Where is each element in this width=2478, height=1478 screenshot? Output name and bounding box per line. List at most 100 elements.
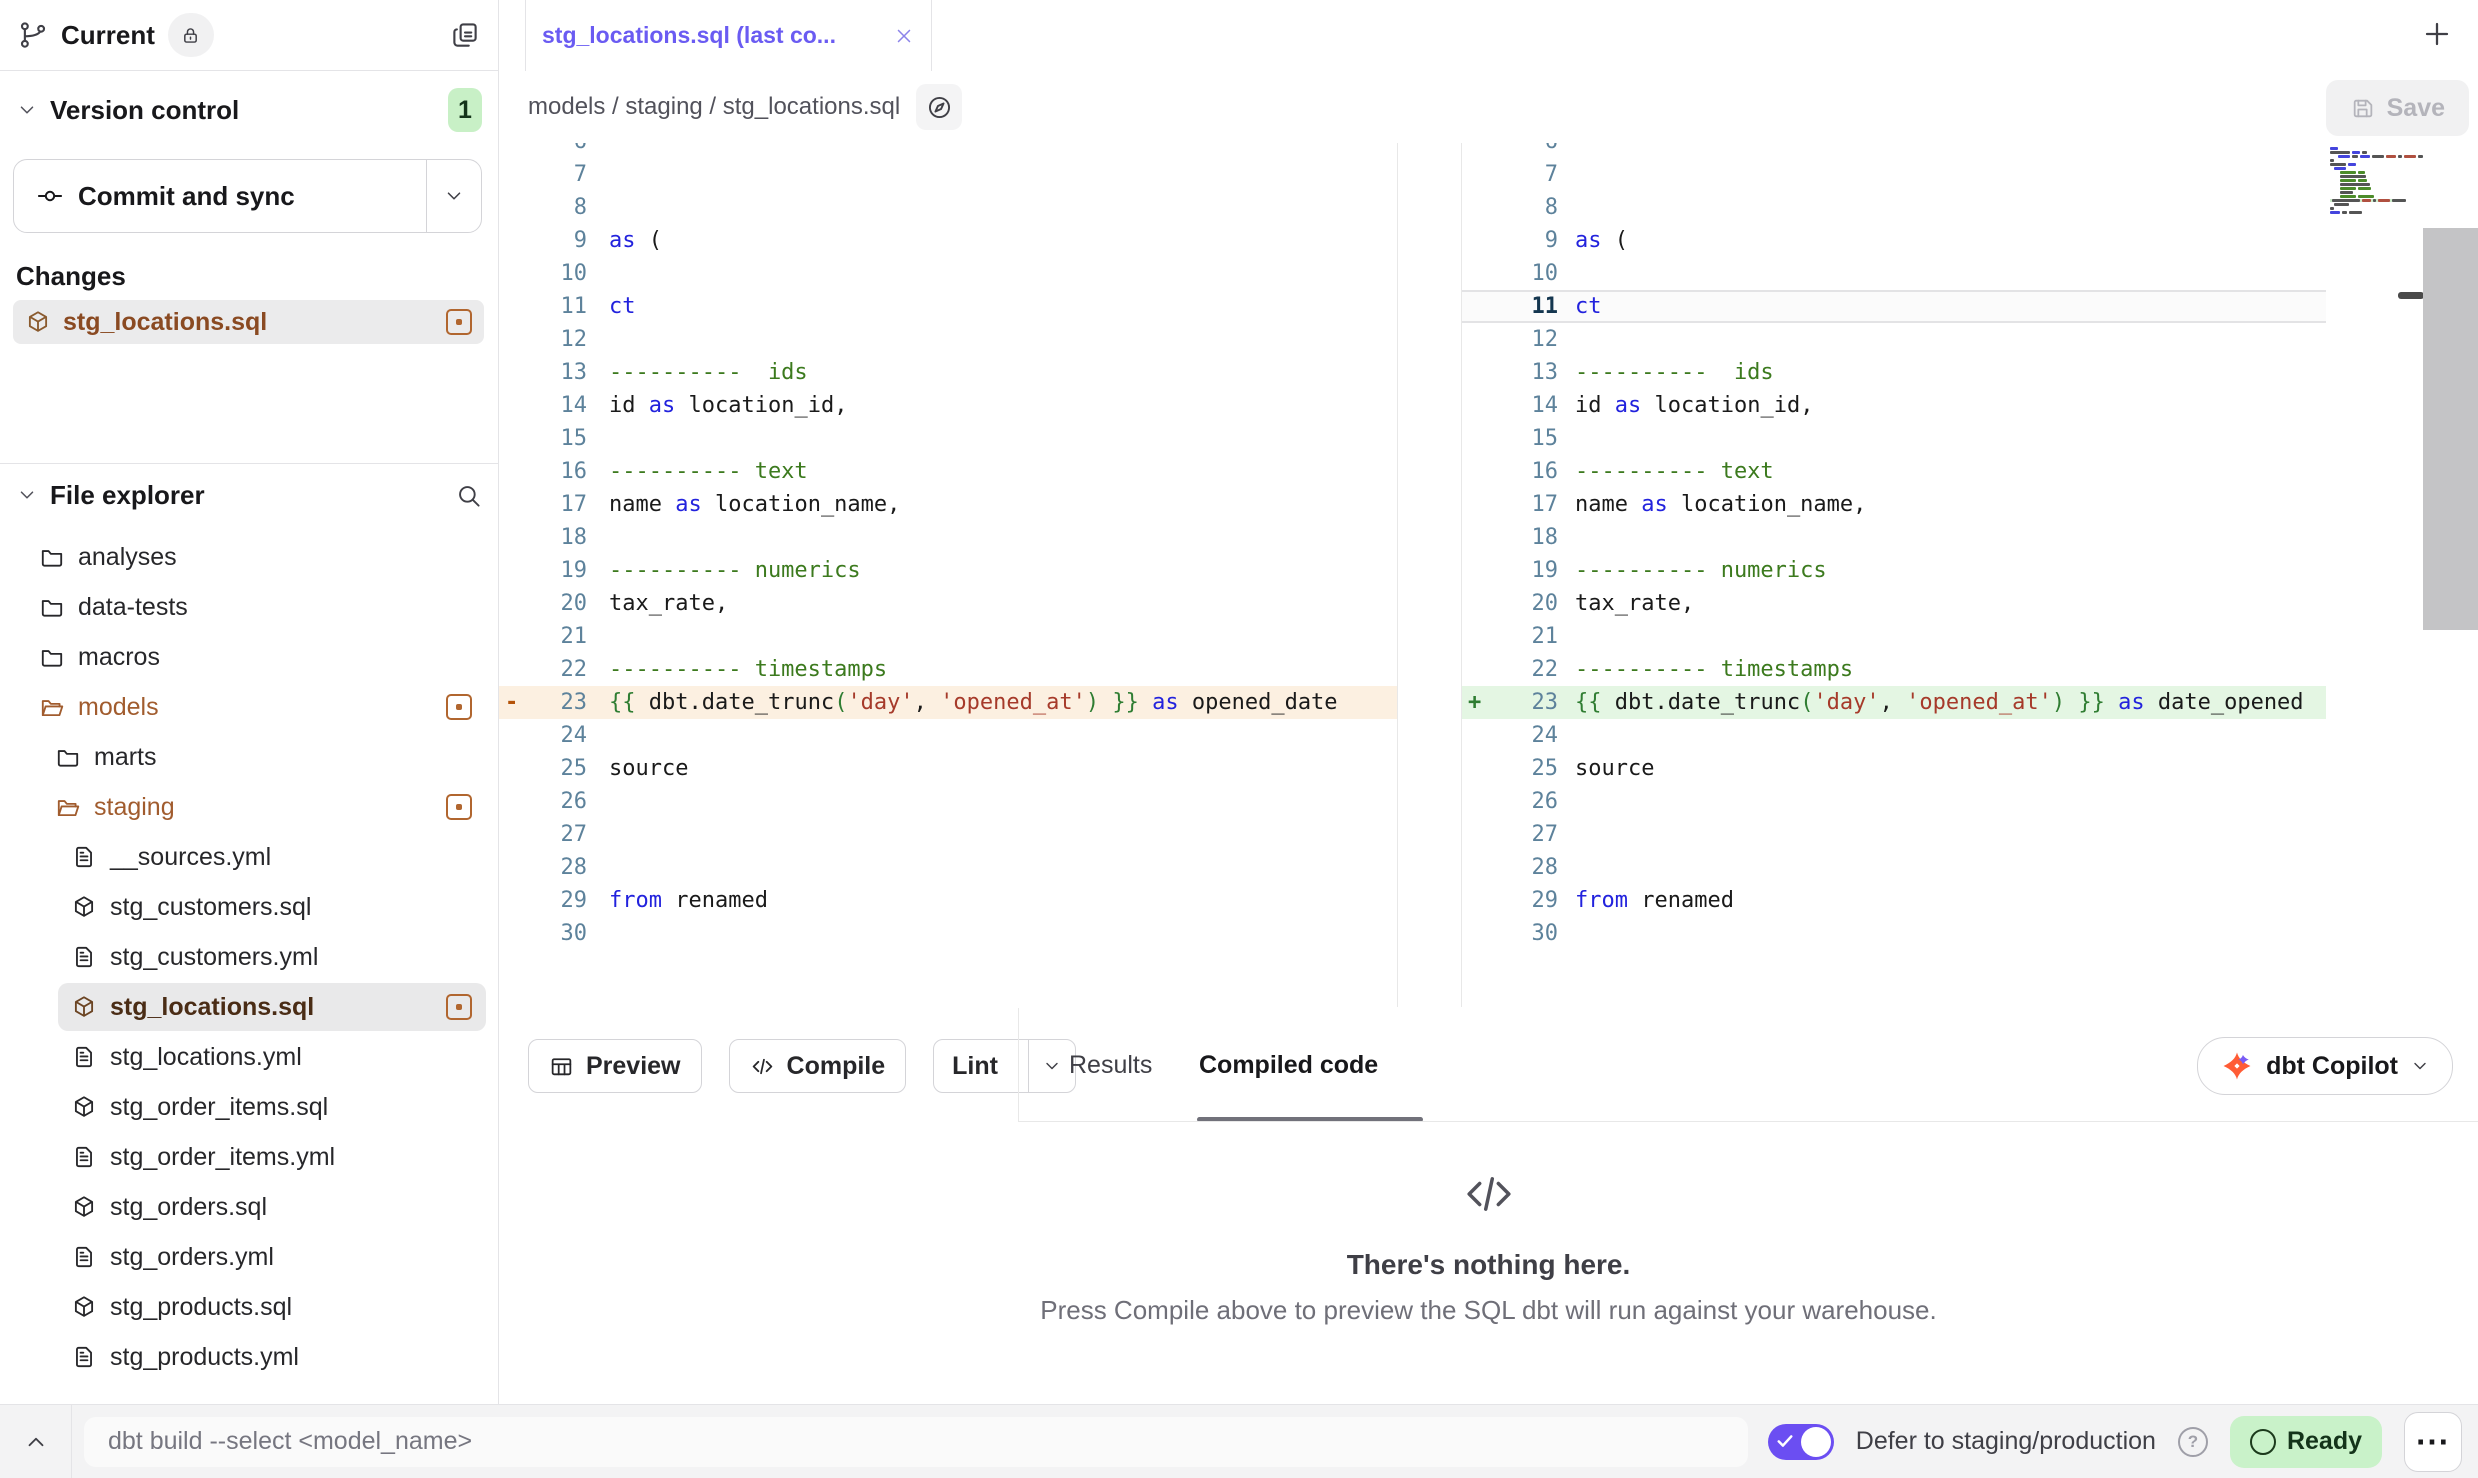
lineage-button[interactable]	[916, 84, 962, 130]
code-line[interactable]: 26	[1462, 785, 2326, 818]
code-line[interactable]: 17name as location_name,	[1462, 488, 2326, 521]
file-tree-item-analyses[interactable]: analyses	[0, 532, 498, 582]
code-line[interactable]: 19---------- numerics	[1462, 554, 2326, 587]
code-line[interactable]: 14id as location_id,	[1462, 389, 2326, 422]
code-line[interactable]: 18	[499, 521, 1397, 554]
code-line[interactable]: 26	[499, 785, 1397, 818]
code-line[interactable]: 17name as location_name,	[499, 488, 1397, 521]
code-line[interactable]: 7	[1462, 158, 2326, 191]
tab-compiled-code[interactable]: Compiled code	[1199, 1008, 1378, 1122]
commit-options-button[interactable]	[426, 160, 481, 232]
status-badge[interactable]: Ready	[2230, 1416, 2382, 1468]
code-line[interactable]: 14id as location_id,	[499, 389, 1397, 422]
dbt-copilot-button[interactable]: dbt Copilot	[2197, 1037, 2453, 1095]
scroll-handle[interactable]	[2398, 292, 2424, 299]
code-line[interactable]: 20tax_rate,	[499, 587, 1397, 620]
file-tree-item-staging[interactable]: staging	[0, 782, 498, 832]
minimap[interactable]	[2330, 147, 2402, 215]
code-line[interactable]: 27	[1462, 818, 2326, 851]
code-line[interactable]: 8	[1462, 191, 2326, 224]
code-line[interactable]: 25source	[1462, 752, 2326, 785]
code-line[interactable]: 10	[1462, 257, 2326, 290]
code-line[interactable]: 13---------- ids	[499, 356, 1397, 389]
save-button[interactable]: Save	[2326, 80, 2469, 136]
code-line[interactable]: 11ct	[499, 290, 1397, 323]
code-line[interactable]: 29from renamed	[499, 884, 1397, 917]
lint-label[interactable]: Lint	[934, 1040, 1016, 1092]
duplicate-button[interactable]	[450, 20, 480, 50]
code-line[interactable]: 6	[499, 143, 1397, 158]
code-line[interactable]: 28	[499, 851, 1397, 884]
help-icon[interactable]: ?	[2178, 1427, 2208, 1457]
code-line[interactable]: 24	[1462, 719, 2326, 752]
collapse-panel-button[interactable]	[0, 1405, 72, 1478]
commit-main[interactable]: Commit and sync	[14, 160, 426, 232]
code-line[interactable]: 30	[499, 917, 1397, 950]
lint-button[interactable]: Lint	[933, 1039, 1076, 1093]
scrollbar-thumb[interactable]	[2423, 228, 2478, 630]
code-line[interactable]: 22---------- timestamps	[499, 653, 1397, 686]
code-line[interactable]: +23{{ dbt.date_trunc('day', 'opened_at')…	[1462, 686, 2326, 719]
file-tree-item--sources-yml[interactable]: __sources.yml	[0, 832, 498, 882]
code-line[interactable]: 25source	[499, 752, 1397, 785]
code-line[interactable]: 8	[499, 191, 1397, 224]
version-control-header[interactable]: Version control 1	[0, 79, 498, 141]
code-line[interactable]: 13---------- ids	[1462, 356, 2326, 389]
file-tree-item-stg-locations-yml[interactable]: stg_locations.yml	[0, 1032, 498, 1082]
tab-stg-locations[interactable]: stg_locations.sql (last co...	[525, 0, 932, 71]
code-line[interactable]: 30	[1462, 917, 2326, 950]
file-explorer-header[interactable]: File explorer	[0, 464, 498, 526]
code-line[interactable]: 28	[1462, 851, 2326, 884]
code-line[interactable]: -23{{ dbt.date_trunc('day', 'opened_at')…	[499, 686, 1397, 719]
code-line[interactable]: 9as (	[1462, 224, 2326, 257]
code-line[interactable]: 19---------- numerics	[499, 554, 1397, 587]
code-line[interactable]: 27	[499, 818, 1397, 851]
code-line[interactable]: 16---------- text	[499, 455, 1397, 488]
code-line[interactable]: 9as (	[499, 224, 1397, 257]
file-tree-item-stg-order-items-yml[interactable]: stg_order_items.yml	[0, 1132, 498, 1182]
file-tree-item-models[interactable]: models	[0, 682, 498, 732]
code-line[interactable]: 22---------- timestamps	[1462, 653, 2326, 686]
file-tree-item-data-tests[interactable]: data-tests	[0, 582, 498, 632]
code-line[interactable]: 24	[499, 719, 1397, 752]
file-tree-item-stg-products-sql[interactable]: stg_products.sql	[0, 1282, 498, 1332]
compile-button[interactable]: Compile	[729, 1039, 907, 1093]
changed-file-item[interactable]: stg_locations.sql	[13, 300, 484, 344]
tab-results[interactable]: Results	[1069, 1008, 1152, 1122]
code-line[interactable]: 20tax_rate,	[1462, 587, 2326, 620]
code-line[interactable]: 12	[1462, 323, 2326, 356]
code-line[interactable]: 12	[499, 323, 1397, 356]
preview-button[interactable]: Preview	[528, 1039, 702, 1093]
file-search-button[interactable]	[455, 482, 482, 509]
new-tab-button[interactable]	[2421, 18, 2457, 54]
commit-and-sync-button[interactable]: Commit and sync	[13, 159, 482, 233]
command-input[interactable]	[84, 1417, 1748, 1467]
code-line[interactable]: 21	[499, 620, 1397, 653]
diff-pane-right[interactable]: 6789as (1011ct1213---------- ids14id as …	[1461, 143, 2326, 1007]
lint-options-button[interactable]	[1028, 1040, 1075, 1092]
diff-pane-left[interactable]: 6789as (1011ct1213---------- ids14id as …	[499, 143, 1398, 1007]
file-tree-item-stg-orders-sql[interactable]: stg_orders.sql	[0, 1182, 498, 1232]
file-tree-item-macros[interactable]: macros	[0, 632, 498, 682]
code-line[interactable]: 29from renamed	[1462, 884, 2326, 917]
defer-toggle[interactable]	[1768, 1424, 1834, 1460]
more-menu-button[interactable]: ⋯	[2404, 1412, 2462, 1472]
code-line[interactable]: 15	[499, 422, 1397, 455]
file-tree-item-marts[interactable]: marts	[0, 732, 498, 782]
file-tree-item-stg-locations-sql[interactable]: stg_locations.sql	[0, 982, 498, 1032]
code-line[interactable]: 18	[1462, 521, 2326, 554]
code-line[interactable]: 6	[1462, 143, 2326, 158]
file-tree-item-stg-customers-sql[interactable]: stg_customers.sql	[0, 882, 498, 932]
file-tree-item-stg-customers-yml[interactable]: stg_customers.yml	[0, 932, 498, 982]
code-line[interactable]: 15	[1462, 422, 2326, 455]
code-line[interactable]: 16---------- text	[1462, 455, 2326, 488]
code-line[interactable]: 21	[1462, 620, 2326, 653]
close-icon[interactable]	[893, 25, 915, 47]
code-editor[interactable]: 6789as (1011ct1213---------- ids14id as …	[499, 143, 2478, 1007]
code-line[interactable]: 7	[499, 158, 1397, 191]
file-tree-item-stg-products-yml[interactable]: stg_products.yml	[0, 1332, 498, 1382]
code-line[interactable]: 10	[499, 257, 1397, 290]
code-line[interactable]: 11ct	[1462, 290, 2326, 323]
file-tree-item-stg-orders-yml[interactable]: stg_orders.yml	[0, 1232, 498, 1282]
file-tree-item-stg-order-items-sql[interactable]: stg_order_items.sql	[0, 1082, 498, 1132]
